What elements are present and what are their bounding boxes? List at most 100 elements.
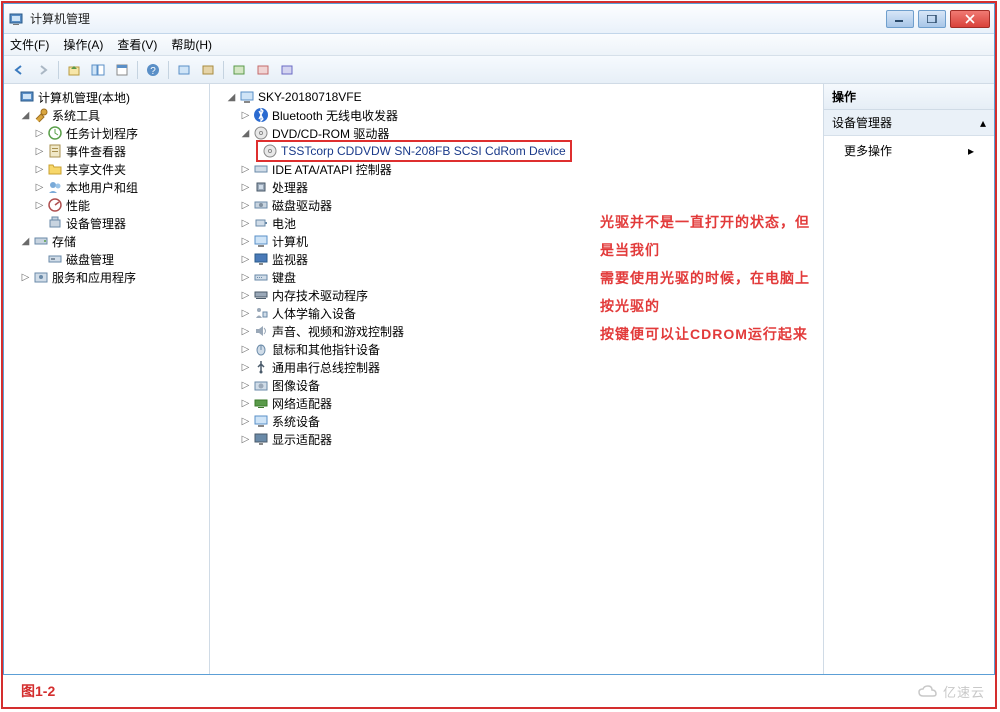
battery-icon (253, 215, 269, 231)
usb-icon (253, 359, 269, 375)
tree-shared-folders[interactable]: ▷ 共享文件夹 (6, 160, 207, 178)
tree-performance[interactable]: ▷ 性能 (6, 196, 207, 214)
device-display[interactable]: ▷显示适配器 (212, 430, 821, 448)
forward-button[interactable] (32, 59, 54, 81)
camera-icon (253, 377, 269, 393)
collapse-icon[interactable]: ◢ (20, 110, 31, 121)
actions-panel: 操作 设备管理器 ▴ 更多操作 ▸ (824, 84, 994, 674)
expand-icon[interactable]: ▷ (240, 290, 251, 301)
expand-icon[interactable]: ▷ (240, 110, 251, 121)
computer-icon (239, 89, 255, 105)
tree-root[interactable]: 计算机管理(本地) (6, 88, 207, 106)
expand-icon[interactable]: ▷ (240, 380, 251, 391)
expand-icon[interactable]: ▷ (240, 182, 251, 193)
scan-button[interactable] (173, 59, 195, 81)
expand-icon[interactable]: ▷ (240, 254, 251, 265)
device-root[interactable]: ◢ SKY-20180718VFE (212, 88, 821, 106)
expand-icon[interactable]: ▷ (240, 398, 251, 409)
collapse-icon[interactable]: ◢ (226, 92, 237, 103)
storage-icon (33, 233, 49, 249)
sound-icon (253, 323, 269, 339)
app-icon (8, 11, 24, 27)
tree-disk-mgmt[interactable]: 磁盘管理 (6, 250, 207, 268)
tool-button-2[interactable] (252, 59, 274, 81)
tree-device-manager[interactable]: 设备管理器 (6, 214, 207, 232)
keyboard-icon (253, 269, 269, 285)
users-icon (47, 179, 63, 195)
performance-icon (47, 197, 63, 213)
menubar: 文件(F) 操作(A) 查看(V) 帮助(H) (4, 34, 994, 56)
watermark: 亿速云 (917, 682, 985, 701)
expand-icon[interactable]: ▷ (240, 272, 251, 283)
expand-icon[interactable]: ▷ (240, 416, 251, 427)
folder-icon (47, 161, 63, 177)
figure-label: 图1-2 (21, 681, 55, 701)
dvd-icon (253, 125, 269, 141)
expand-icon[interactable]: ▷ (240, 344, 251, 355)
refresh-button[interactable] (197, 59, 219, 81)
tool-button-3[interactable] (276, 59, 298, 81)
device-network[interactable]: ▷网络适配器 (212, 394, 821, 412)
close-button[interactable] (950, 10, 990, 28)
expander-icon[interactable] (34, 254, 45, 265)
device-system[interactable]: ▷系统设备 (212, 412, 821, 430)
expand-icon[interactable]: ▷ (20, 272, 31, 283)
expand-icon[interactable]: ▷ (34, 182, 45, 193)
collapse-icon[interactable]: ◢ (240, 128, 251, 139)
minimize-button[interactable] (886, 10, 914, 28)
device-bluetooth[interactable]: ▷Bluetooth 无线电收发器 (212, 106, 821, 124)
expander-icon[interactable] (6, 92, 17, 103)
tree-storage[interactable]: ◢ 存储 (6, 232, 207, 250)
expand-icon[interactable]: ▷ (240, 326, 251, 337)
tree-task-scheduler[interactable]: ▷ 任务计划程序 (6, 124, 207, 142)
expand-icon[interactable]: ▷ (240, 434, 251, 445)
actions-more[interactable]: 更多操作 ▸ (824, 136, 994, 165)
back-button[interactable] (8, 59, 30, 81)
menu-help[interactable]: 帮助(H) (171, 36, 212, 53)
expand-icon[interactable]: ▷ (240, 236, 251, 247)
menu-action[interactable]: 操作(A) (63, 36, 103, 53)
pc-icon (253, 233, 269, 249)
help-button[interactable]: ? (142, 59, 164, 81)
highlighted-device[interactable]: TSSTcorp CDDVDW SN-208FB SCSI CdRom Devi… (256, 140, 572, 162)
device-imaging[interactable]: ▷图像设备 (212, 376, 821, 394)
event-icon (47, 143, 63, 159)
expand-icon[interactable]: ▷ (34, 128, 45, 139)
annotation-text: 光驱并不是一直打开的状态，但是当我们 需要使用光驱的时候，在电脑上按光驱的 按键… (600, 208, 823, 348)
device-mgr-icon (47, 215, 63, 231)
collapse-icon[interactable]: ◢ (20, 236, 31, 247)
expand-icon[interactable]: ▷ (34, 164, 45, 175)
expand-icon[interactable]: ▷ (240, 308, 251, 319)
actions-header: 操作 (824, 84, 994, 110)
show-hide-tree-button[interactable] (87, 59, 109, 81)
expand-icon[interactable]: ▷ (240, 218, 251, 229)
up-button[interactable] (63, 59, 85, 81)
tree-local-users[interactable]: ▷ 本地用户和组 (6, 178, 207, 196)
tree-system-tools[interactable]: ◢ 系统工具 (6, 106, 207, 124)
expand-icon[interactable]: ▷ (240, 362, 251, 373)
actions-sub[interactable]: 设备管理器 ▴ (824, 110, 994, 136)
properties-button[interactable] (111, 59, 133, 81)
maximize-button[interactable] (918, 10, 946, 28)
chevron-right-icon: ▸ (968, 144, 974, 158)
device-usb[interactable]: ▷通用串行总线控制器 (212, 358, 821, 376)
toolbar: ? (4, 56, 994, 84)
expand-icon[interactable]: ▷ (34, 200, 45, 211)
device-cpu[interactable]: ▷处理器 (212, 178, 821, 196)
menu-view[interactable]: 查看(V) (117, 36, 157, 53)
computer-mgmt-icon (19, 89, 35, 105)
mouse-icon (253, 341, 269, 357)
device-ide[interactable]: ▷IDE ATA/ATAPI 控制器 (212, 160, 821, 178)
expand-icon[interactable]: ▷ (240, 200, 251, 211)
cloud-icon (917, 684, 939, 700)
window-title: 计算机管理 (30, 10, 886, 27)
expand-icon[interactable]: ▷ (240, 164, 251, 175)
tool-button-1[interactable] (228, 59, 250, 81)
expand-icon[interactable]: ▷ (34, 146, 45, 157)
expander-icon[interactable] (34, 218, 45, 229)
device-dvd-child-row: TSSTcorp CDDVDW SN-208FB SCSI CdRom Devi… (212, 142, 821, 160)
left-tree-panel: 计算机管理(本地) ◢ 系统工具 ▷ 任务计划程序 ▷ 事件查看器 ▷ 共享文件… (4, 84, 210, 674)
tree-services-apps[interactable]: ▷ 服务和应用程序 (6, 268, 207, 286)
menu-file[interactable]: 文件(F) (10, 36, 49, 53)
tree-event-viewer[interactable]: ▷ 事件查看器 (6, 142, 207, 160)
